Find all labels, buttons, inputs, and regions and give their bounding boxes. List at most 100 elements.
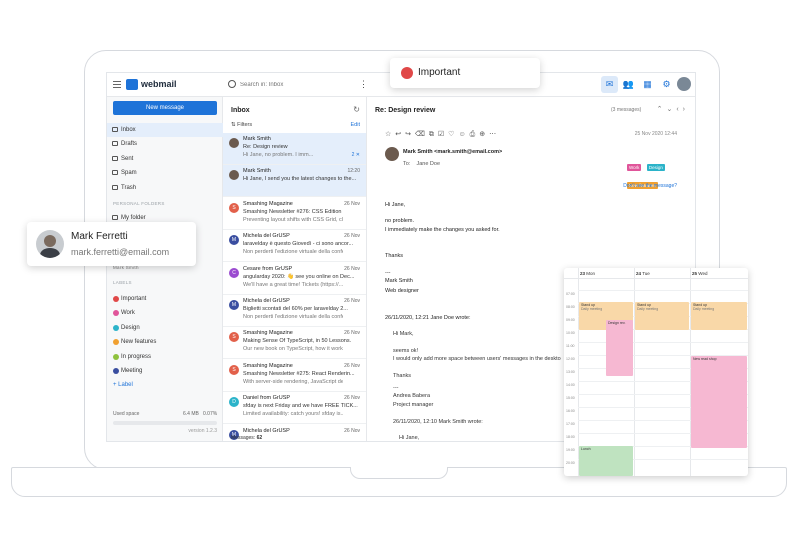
- label-dot: [113, 368, 119, 374]
- message-date: 12:20: [347, 168, 360, 175]
- message-date: 26 Nov: [344, 395, 360, 402]
- message-date: 26 Nov: [344, 200, 360, 207]
- grid-line: [634, 268, 635, 476]
- menu-icon[interactable]: [113, 81, 121, 88]
- folder-icon: [112, 215, 118, 220]
- message-date: 26 Nov: [344, 362, 360, 369]
- calendar-icon[interactable]: ▦: [639, 76, 656, 93]
- important-label: Important: [418, 67, 461, 78]
- quote-header: 26/11/2020, 12:21 Jane Doe wrote:: [385, 315, 471, 321]
- new-message-button[interactable]: New message: [113, 101, 217, 115]
- hour-label: 17:00: [566, 422, 575, 426]
- message-subject: Making Sense Of TypeScript, in 50 Lesson…: [243, 338, 352, 345]
- quote-line: I would only add more space between user…: [393, 356, 561, 362]
- sidebar-item-drafts[interactable]: Drafts: [107, 137, 223, 151]
- sent-icon: [112, 156, 118, 161]
- event-new-read-shop[interactable]: New read shop: [691, 356, 747, 448]
- sender-avatar: [229, 170, 239, 181]
- message-from: Smashing Magazine: [243, 330, 293, 337]
- message-row[interactable]: Mark Smith 12:20 Hi Jane, I send you the l…: [223, 165, 366, 198]
- label-new-features[interactable]: New features: [107, 335, 223, 349]
- message-from: Michela del GrUSP: [243, 233, 290, 240]
- hour-label: 08:00: [566, 305, 575, 309]
- message-date: 25 Nov 2020 12:44: [634, 131, 677, 137]
- settings-icon[interactable]: ⚙: [658, 76, 675, 93]
- personal-folders-heading: PERSONAL FOLDERS: [113, 201, 165, 206]
- hour-label: 16:00: [566, 409, 575, 413]
- sidebar-item-trash[interactable]: Trash: [107, 181, 223, 195]
- inbox-icon: [112, 127, 118, 132]
- contacts-icon[interactable]: 👥: [620, 76, 637, 93]
- app-logo: webmail: [141, 79, 177, 89]
- message-row[interactable]: D Daniel from GrUSP 26 Nov sfday is next Fr…: [223, 392, 366, 425]
- sidebar-item-sent[interactable]: Sent: [107, 152, 223, 166]
- sidebar-item-inbox[interactable]: Inbox: [107, 123, 223, 137]
- message-toolbar[interactable]: ☆↩↪⌫⧉☑♡☺⎙⊕⋯: [385, 130, 500, 139]
- chip-design[interactable]: Design: [646, 164, 665, 171]
- label-important[interactable]: Important: [107, 292, 223, 306]
- message-row[interactable]: M Michela del GrUSP 26 Nov Biglietti sconta…: [223, 295, 366, 327]
- message-preview: Hi Jane, no problem. I imm...: [243, 152, 314, 158]
- message-preview: We'll have a great time! Tickets (https:…: [243, 281, 343, 288]
- label-in-progress[interactable]: In progress: [107, 350, 223, 364]
- message-row[interactable]: Mark Smith Re: Design review Hi Jane, no p…: [223, 133, 366, 165]
- hour-label: 20:00: [566, 461, 575, 465]
- message-date: 26 Nov: [344, 265, 360, 272]
- label-dot: [113, 339, 119, 345]
- message-from: Mark Smith: [243, 168, 271, 175]
- message-subject: sfday is next Friday and we have FREE TI…: [243, 403, 358, 410]
- search-input[interactable]: [240, 78, 350, 92]
- sender-avatar: [385, 147, 399, 161]
- hour-label: 07:00: [566, 292, 575, 296]
- label-dot: [113, 296, 119, 302]
- refresh-icon[interactable]: ↻: [353, 105, 360, 114]
- quote-line: Thanks: [393, 373, 412, 379]
- event-standup-tue[interactable]: Stand up Daily meeting: [635, 302, 689, 330]
- label-meeting[interactable]: Meeting: [107, 364, 223, 378]
- label-work[interactable]: Work: [107, 306, 223, 320]
- contact-card[interactable]: Mark Ferretti mark.ferretti@email.com: [27, 222, 196, 266]
- label-design[interactable]: Design: [107, 321, 223, 335]
- message-count: Messages: 62: [231, 435, 263, 441]
- used-space-bar: [113, 421, 217, 425]
- thread-nav[interactable]: ⌃⌄‹›: [657, 105, 689, 113]
- message-from: Smashing Magazine: [243, 362, 293, 369]
- user-avatar[interactable]: [677, 77, 691, 91]
- message-row[interactable]: S Smashing Magazine 26 Nov Making Sense Of …: [223, 327, 366, 360]
- mail-icon[interactable]: ✉: [601, 76, 618, 93]
- more-vertical-icon[interactable]: ⋮: [359, 79, 368, 90]
- sender-avatar: C: [229, 267, 239, 278]
- sidebar-item-spam[interactable]: Spam: [107, 166, 223, 180]
- edit-button[interactable]: Edit: [351, 122, 360, 128]
- dont-see-link[interactable]: Don't see the message?: [623, 183, 677, 189]
- message-from: Daniel from GrUSP: [243, 395, 291, 402]
- recipient: To: Jane Doe: [403, 161, 441, 167]
- add-label-button[interactable]: + Label: [113, 382, 133, 388]
- important-dot: [401, 67, 413, 79]
- body-line: no problem.: [385, 218, 415, 224]
- message-row[interactable]: C Cesare from GrUSP 26 Nov angularday 2020:…: [223, 263, 366, 295]
- event-standup-wed[interactable]: Stand up Daily meeting: [691, 302, 747, 330]
- calendar-widget: 23 Mon 24 Tue 25 Wed 07:00 08:00 09:00 10:0…: [564, 268, 748, 476]
- chip-work[interactable]: Work: [627, 164, 642, 171]
- event-lunch[interactable]: Lunch: [579, 446, 633, 476]
- filters-button[interactable]: ⇅ Filters: [231, 122, 252, 128]
- event-design-review[interactable]: Design rev.: [606, 320, 633, 376]
- day-wed: 25 Wed: [692, 271, 708, 276]
- message-row[interactable]: S Smashing Magazine 26 Nov Smashing Newslet…: [223, 198, 366, 230]
- message-subject: Smashing Newsletter #275: React Renderin…: [243, 370, 355, 377]
- labels-heading: LABELS: [113, 280, 132, 285]
- hour-label: 09:00: [566, 318, 575, 322]
- day-tue: 24 Tue: [636, 271, 650, 276]
- message-row[interactable]: M Michela del GrUSP 26 Nov laravelday è que…: [223, 230, 366, 263]
- trash-icon: [112, 185, 118, 190]
- used-space: Used space 6.4 MB 0.07% version 1.2.3: [113, 411, 218, 434]
- message-date: 26 Nov: [344, 298, 360, 304]
- message-preview: With server-side rendering, JavaScript d…: [243, 378, 343, 385]
- message-date: 26 Nov: [344, 427, 360, 434]
- message-from: Cesare from GrUSP: [243, 265, 293, 272]
- body-line: Thanks: [385, 253, 404, 259]
- important-label-popup[interactable]: Important: [390, 58, 540, 88]
- quote-line: Hi Mark,: [393, 331, 414, 337]
- message-row[interactable]: S Smashing Magazine 26 Nov Smashing Newslet…: [223, 360, 366, 392]
